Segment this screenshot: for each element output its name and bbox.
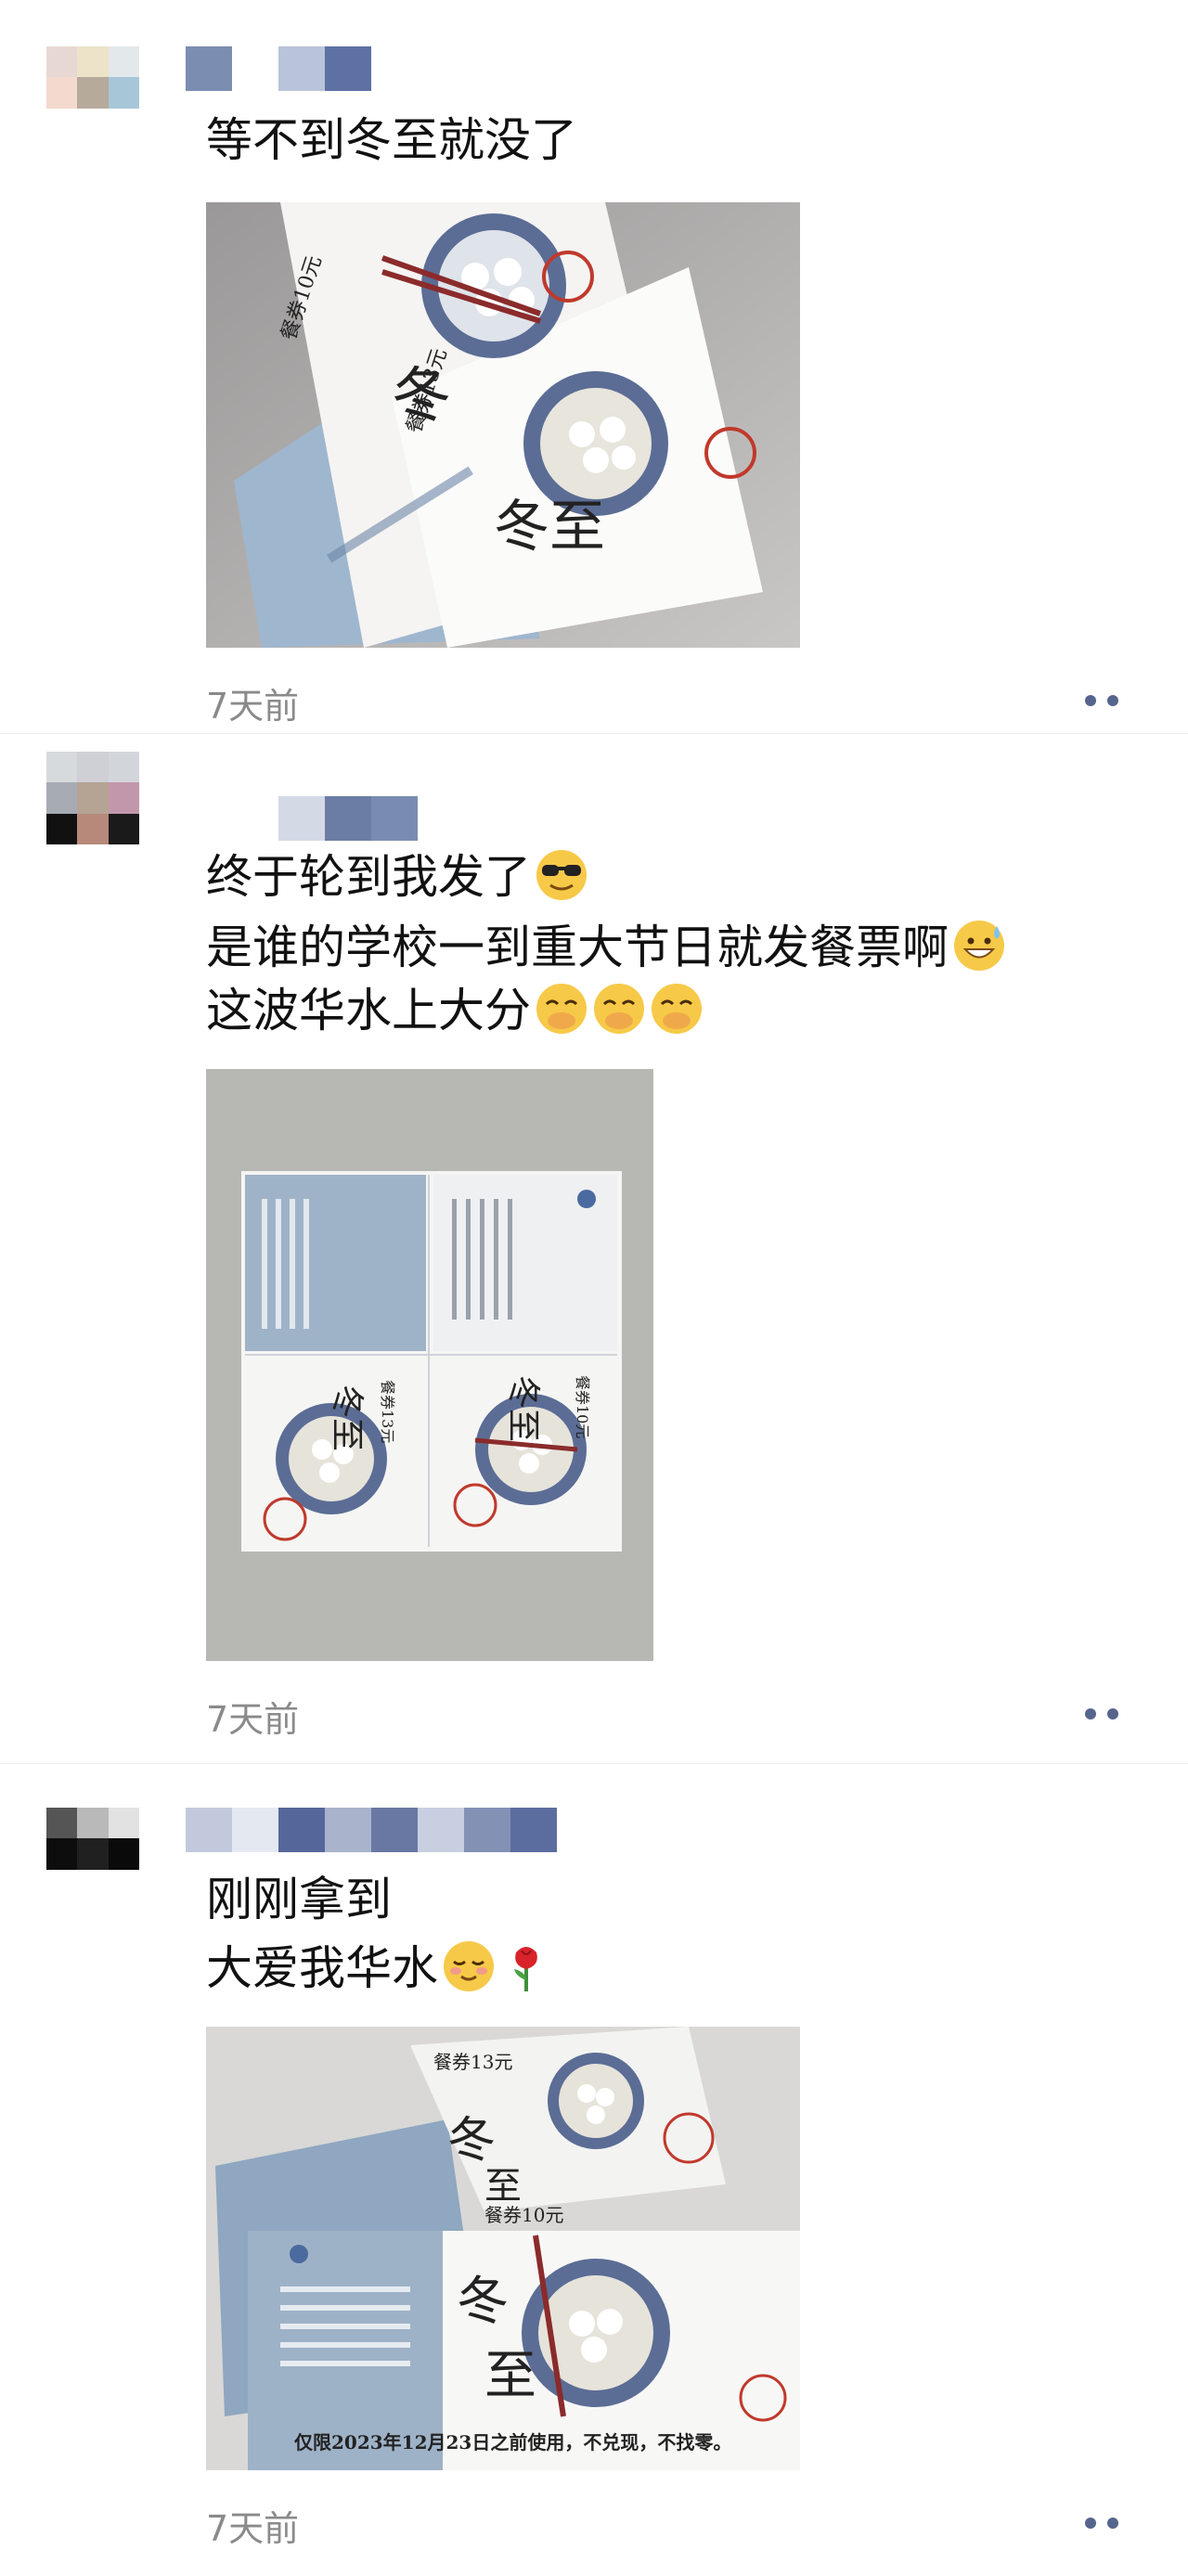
grin-sweat-emoji bbox=[954, 921, 1004, 971]
svg-text:餐券13元: 餐券13元 bbox=[433, 2051, 512, 2073]
blush-emoji bbox=[444, 1941, 494, 1991]
avatar[interactable] bbox=[46, 752, 139, 844]
more-options-button[interactable] bbox=[1077, 1700, 1127, 1728]
timestamp: 7天前 bbox=[206, 686, 300, 727]
svg-text:冬: 冬 bbox=[457, 2272, 509, 2332]
post-text: 等不到冬至就没了 bbox=[206, 113, 577, 167]
post-text: 是谁的学校一到重大节日就发餐票啊 bbox=[206, 921, 949, 974]
avatar[interactable] bbox=[46, 1808, 139, 1900]
post-text: 刚刚拿到 bbox=[206, 1873, 392, 1926]
post-photo[interactable]: 冬至 冬至 餐券13元 餐券10元 bbox=[206, 1069, 653, 1661]
giggle-emoji bbox=[594, 984, 644, 1034]
dot-icon bbox=[1107, 1708, 1118, 1719]
festival-calligraphy: 冬至 bbox=[494, 495, 605, 560]
svg-text:餐券10元: 餐券10元 bbox=[574, 1375, 591, 1438]
post-text: 这波华水上大分 bbox=[206, 984, 531, 1037]
post-text-line-2: 是谁的学校一到重大节日就发餐票啊 bbox=[206, 919, 1006, 976]
username[interactable] bbox=[186, 796, 418, 841]
timestamp: 7天前 bbox=[206, 1699, 300, 1740]
post-text-line-1: 刚刚拿到 bbox=[206, 1871, 392, 1928]
timestamp: 7天前 bbox=[206, 2508, 300, 2549]
dot-icon bbox=[1085, 1708, 1096, 1719]
svg-text:冬至: 冬至 bbox=[504, 1375, 542, 1442]
post-photo[interactable]: 冬 至 冬 至 餐券13元 餐券10元 仅限2023年12月23日之前使用，不兑… bbox=[206, 2027, 800, 2470]
dot-icon bbox=[1085, 695, 1096, 706]
post-photo[interactable]: 冬 冬至 餐券10元 餐券13元 bbox=[206, 202, 800, 648]
divider bbox=[0, 1763, 1188, 1764]
divider bbox=[0, 733, 1188, 734]
post-text: 终于轮到我发了 bbox=[206, 850, 531, 904]
svg-text:餐券13元: 餐券13元 bbox=[379, 1380, 396, 1443]
rose-emoji bbox=[514, 1947, 537, 1991]
sunglasses-emoji bbox=[536, 850, 587, 900]
svg-text:至: 至 bbox=[484, 2165, 522, 2208]
username[interactable] bbox=[186, 46, 371, 91]
post-text: 大爱我华水 bbox=[206, 1941, 438, 1995]
giggle-emoji bbox=[652, 984, 702, 1034]
post-text-line-1: 终于轮到我发了 bbox=[206, 848, 588, 906]
username[interactable] bbox=[186, 1808, 557, 1852]
more-options-button[interactable] bbox=[1077, 2509, 1127, 2537]
dot-icon bbox=[1107, 695, 1118, 706]
dot-icon bbox=[1085, 2518, 1096, 2529]
avatar[interactable] bbox=[46, 46, 139, 139]
ticket-notice: 仅限2023年12月23日之前使用，不兑现，不找零。 bbox=[294, 2431, 731, 2454]
dot-icon bbox=[1107, 2518, 1118, 2529]
post-text-line-2: 大爱我华水 bbox=[206, 1939, 553, 1997]
svg-text:冬至: 冬至 bbox=[328, 1385, 366, 1451]
svg-text:餐券10元: 餐券10元 bbox=[484, 2204, 563, 2226]
more-options-button[interactable] bbox=[1077, 687, 1127, 715]
svg-text:冬: 冬 bbox=[447, 2113, 496, 2169]
giggle-emoji bbox=[536, 984, 587, 1034]
post-text-line-3: 这波华水上大分 bbox=[206, 982, 704, 1039]
svg-text:至: 至 bbox=[484, 2346, 536, 2406]
